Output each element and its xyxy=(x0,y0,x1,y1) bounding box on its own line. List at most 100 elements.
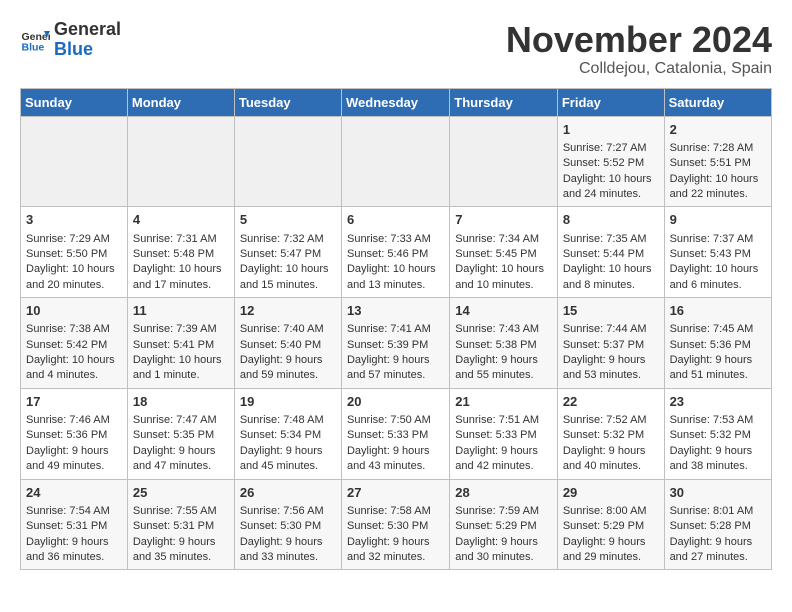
cell-content: Sunrise: 8:01 AM xyxy=(670,504,766,519)
cell-content: Daylight: 9 hours and 36 minutes. xyxy=(26,535,122,566)
cell-content: Sunrise: 7:43 AM xyxy=(455,322,552,337)
col-header-saturday: Saturday xyxy=(664,88,771,116)
cell-content: Sunrise: 7:39 AM xyxy=(133,322,229,337)
calendar-cell: 26Sunrise: 7:56 AMSunset: 5:30 PMDayligh… xyxy=(234,479,341,570)
cell-content: Sunrise: 7:28 AM xyxy=(670,141,766,156)
header-row: SundayMondayTuesdayWednesdayThursdayFrid… xyxy=(21,88,772,116)
location-subtitle: Colldejou, Catalonia, Spain xyxy=(506,60,772,78)
cell-content: Sunrise: 7:40 AM xyxy=(240,322,336,337)
logo-text-general: General xyxy=(54,20,121,40)
cell-content: Sunset: 5:32 PM xyxy=(670,428,766,443)
day-number: 25 xyxy=(133,484,229,502)
day-number: 16 xyxy=(670,302,766,320)
cell-content: Daylight: 9 hours and 29 minutes. xyxy=(563,535,659,566)
cell-content: Sunrise: 7:44 AM xyxy=(563,322,659,337)
cell-content: Daylight: 9 hours and 38 minutes. xyxy=(670,444,766,475)
day-number: 6 xyxy=(347,211,444,229)
cell-content: Sunrise: 7:33 AM xyxy=(347,232,444,247)
calendar-cell: 24Sunrise: 7:54 AMSunset: 5:31 PMDayligh… xyxy=(21,479,128,570)
cell-content: Sunrise: 7:52 AM xyxy=(563,413,659,428)
cell-content: Sunrise: 7:31 AM xyxy=(133,232,229,247)
cell-content: Sunset: 5:52 PM xyxy=(563,156,659,171)
calendar-cell: 7Sunrise: 7:34 AMSunset: 5:45 PMDaylight… xyxy=(450,207,558,298)
calendar-cell: 10Sunrise: 7:38 AMSunset: 5:42 PMDayligh… xyxy=(21,298,128,389)
day-number: 17 xyxy=(26,393,122,411)
calendar-cell: 13Sunrise: 7:41 AMSunset: 5:39 PMDayligh… xyxy=(341,298,449,389)
day-number: 7 xyxy=(455,211,552,229)
day-number: 20 xyxy=(347,393,444,411)
day-number: 13 xyxy=(347,302,444,320)
cell-content: Sunset: 5:46 PM xyxy=(347,247,444,262)
day-number: 4 xyxy=(133,211,229,229)
cell-content: Daylight: 10 hours and 22 minutes. xyxy=(670,172,766,203)
cell-content: Sunset: 5:48 PM xyxy=(133,247,229,262)
cell-content: Sunset: 5:50 PM xyxy=(26,247,122,262)
cell-content: Sunrise: 7:48 AM xyxy=(240,413,336,428)
day-number: 24 xyxy=(26,484,122,502)
cell-content: Sunrise: 7:37 AM xyxy=(670,232,766,247)
cell-content: Sunrise: 7:51 AM xyxy=(455,413,552,428)
cell-content: Sunrise: 7:55 AM xyxy=(133,504,229,519)
week-row-5: 24Sunrise: 7:54 AMSunset: 5:31 PMDayligh… xyxy=(21,479,772,570)
calendar-cell: 8Sunrise: 7:35 AMSunset: 5:44 PMDaylight… xyxy=(557,207,664,298)
cell-content: Sunset: 5:43 PM xyxy=(670,247,766,262)
calendar-cell: 25 Sunrise: 7:55 AMSunset: 5:31 PMDayligh… xyxy=(127,479,234,570)
cell-content: Sunset: 5:31 PM xyxy=(133,519,229,534)
cell-content: Daylight: 9 hours and 55 minutes. xyxy=(455,353,552,384)
cell-content: Sunrise: 7:56 AM xyxy=(240,504,336,519)
cell-content: Daylight: 9 hours and 53 minutes. xyxy=(563,353,659,384)
cell-content: Sunset: 5:30 PM xyxy=(347,519,444,534)
cell-content: Daylight: 9 hours and 32 minutes. xyxy=(347,535,444,566)
day-number: 1 xyxy=(563,121,659,139)
calendar-cell: 2Sunrise: 7:28 AMSunset: 5:51 PMDaylight… xyxy=(664,116,771,207)
cell-content: Daylight: 10 hours and 13 minutes. xyxy=(347,262,444,293)
cell-content: Daylight: 10 hours and 24 minutes. xyxy=(563,172,659,203)
cell-content: Sunset: 5:42 PM xyxy=(26,338,122,353)
calendar-cell: 16Sunrise: 7:45 AMSunset: 5:36 PMDayligh… xyxy=(664,298,771,389)
cell-content: Sunset: 5:35 PM xyxy=(133,428,229,443)
cell-content: Daylight: 10 hours and 6 minutes. xyxy=(670,262,766,293)
cell-content: Daylight: 10 hours and 17 minutes. xyxy=(133,262,229,293)
month-title: November 2024 xyxy=(506,20,772,60)
cell-content: Sunset: 5:33 PM xyxy=(347,428,444,443)
day-number: 3 xyxy=(26,211,122,229)
calendar-cell xyxy=(450,116,558,207)
week-row-2: 3Sunrise: 7:29 AMSunset: 5:50 PMDaylight… xyxy=(21,207,772,298)
calendar-cell: 27Sunrise: 7:58 AMSunset: 5:30 PMDayligh… xyxy=(341,479,449,570)
cell-content: Daylight: 9 hours and 35 minutes. xyxy=(133,535,229,566)
cell-content: Daylight: 10 hours and 1 minute. xyxy=(133,353,229,384)
calendar-cell: 23Sunrise: 7:53 AMSunset: 5:32 PMDayligh… xyxy=(664,388,771,479)
cell-content: Sunset: 5:40 PM xyxy=(240,338,336,353)
day-number: 26 xyxy=(240,484,336,502)
cell-content: Sunrise: 7:54 AM xyxy=(26,504,122,519)
cell-content: Daylight: 9 hours and 51 minutes. xyxy=(670,353,766,384)
col-header-thursday: Thursday xyxy=(450,88,558,116)
cell-content: Sunset: 5:32 PM xyxy=(563,428,659,443)
calendar-cell: 28Sunrise: 7:59 AMSunset: 5:29 PMDayligh… xyxy=(450,479,558,570)
day-number: 19 xyxy=(240,393,336,411)
day-number: 5 xyxy=(240,211,336,229)
cell-content: Sunset: 5:51 PM xyxy=(670,156,766,171)
cell-content: Sunrise: 7:59 AM xyxy=(455,504,552,519)
calendar-table: SundayMondayTuesdayWednesdayThursdayFrid… xyxy=(20,88,772,571)
day-number: 9 xyxy=(670,211,766,229)
title-block: November 2024 Colldejou, Catalonia, Spai… xyxy=(506,20,772,78)
cell-content: Sunset: 5:37 PM xyxy=(563,338,659,353)
col-header-sunday: Sunday xyxy=(21,88,128,116)
day-number: 10 xyxy=(26,302,122,320)
cell-content: Sunrise: 7:41 AM xyxy=(347,322,444,337)
day-number: 14 xyxy=(455,302,552,320)
day-number: 18 xyxy=(133,393,229,411)
calendar-cell: 29Sunrise: 8:00 AMSunset: 5:29 PMDayligh… xyxy=(557,479,664,570)
calendar-cell: 9 Sunrise: 7:37 AMSunset: 5:43 PMDaylight… xyxy=(664,207,771,298)
calendar-cell: 14Sunrise: 7:43 AMSunset: 5:38 PMDayligh… xyxy=(450,298,558,389)
day-number: 22 xyxy=(563,393,659,411)
cell-content: Sunrise: 7:32 AM xyxy=(240,232,336,247)
cell-content: Sunrise: 7:58 AM xyxy=(347,504,444,519)
calendar-cell: 15Sunrise: 7:44 AMSunset: 5:37 PMDayligh… xyxy=(557,298,664,389)
cell-content: Daylight: 10 hours and 15 minutes. xyxy=(240,262,336,293)
cell-content: Sunset: 5:29 PM xyxy=(563,519,659,534)
cell-content: Sunrise: 7:35 AM xyxy=(563,232,659,247)
cell-content: Sunrise: 7:46 AM xyxy=(26,413,122,428)
day-number: 21 xyxy=(455,393,552,411)
